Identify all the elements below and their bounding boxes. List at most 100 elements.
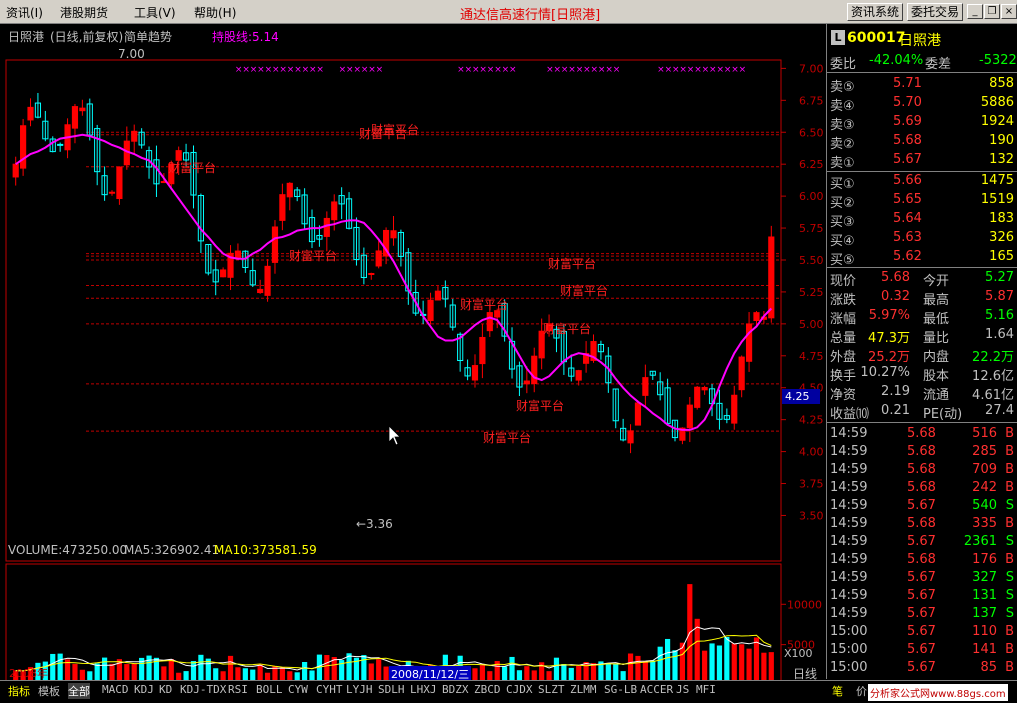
candle-body: [686, 404, 693, 429]
tab-price[interactable]: 价: [856, 683, 867, 699]
tick-side: B: [1005, 642, 1014, 657]
stat-value: 47.3万: [868, 331, 910, 346]
stat-value: 5.27: [985, 270, 1014, 285]
wealth-label: 财富平台: [359, 126, 407, 141]
volume-bar: [242, 668, 248, 680]
wealth-label: 财富平台: [560, 283, 608, 298]
bid-level-label: 买④: [830, 234, 855, 249]
menu-item-tools[interactable]: 工具(V): [134, 4, 176, 21]
indicator-tab-kdj[interactable]: KDJ: [134, 683, 154, 696]
indicator-tab-模板[interactable]: 模板: [38, 683, 60, 699]
tick-price: 5.68: [907, 552, 936, 567]
volume-bar: [383, 666, 389, 680]
tab-pen[interactable]: 笔: [832, 683, 843, 699]
volume-label: VOLUME:473250.00: [8, 543, 128, 557]
restore-button[interactable]: ❐: [984, 4, 1000, 19]
indicator-tab-全部[interactable]: 全部: [68, 683, 90, 699]
stock-code: 600017: [847, 30, 906, 46]
volume-bar: [213, 668, 219, 680]
stat-value: 2.19: [881, 384, 910, 399]
tick-time: 14:59: [830, 516, 868, 531]
candle-body: [523, 380, 530, 385]
volume-bar: [731, 643, 737, 680]
tick-volume: 85: [980, 660, 997, 675]
minimize-button[interactable]: _: [967, 4, 983, 19]
indicator-tab-rsi[interactable]: RSI: [228, 683, 248, 696]
stat-label: 最高: [923, 293, 950, 308]
indicator-tab-sdlh[interactable]: SDLH: [378, 683, 405, 696]
tick-time: 14:59: [830, 606, 868, 621]
indicator-tab-kdj-tdx[interactable]: KDJ-TDX: [180, 683, 226, 696]
menu-item-hk-futures[interactable]: 港股期货: [60, 4, 108, 21]
stat-label: 最低: [923, 312, 950, 327]
quote-divider: [827, 422, 1017, 423]
stat-label: 涨跌: [830, 293, 857, 308]
indicator-tab-bdzx[interactable]: BDZX: [442, 683, 469, 696]
candle-body: [368, 272, 375, 275]
indicator-tab-slzt[interactable]: SLZT: [538, 683, 565, 696]
signal-mark: ×: [465, 65, 473, 75]
ask-volume: 190: [989, 133, 1014, 148]
tick-price: 5.67: [907, 534, 936, 549]
candle-body: [731, 394, 738, 424]
high-price-annotation: 7.00: [118, 47, 145, 61]
app-title: 通达信高速行情[日照港]: [460, 8, 601, 23]
tick-price: 5.68: [907, 462, 936, 477]
signal-mark: ×: [568, 65, 576, 75]
tick-price: 5.68: [907, 444, 936, 459]
candle-body: [694, 386, 701, 408]
wealth-label: 财富平台: [460, 297, 508, 312]
volume-bar: [664, 638, 671, 680]
candle-body: [286, 182, 293, 198]
menu-item-help[interactable]: 帮助(H): [194, 4, 236, 21]
indicator-tab-指标[interactable]: 指标: [8, 683, 30, 699]
volume-bar: [768, 652, 774, 680]
volume-bar: [479, 665, 485, 680]
close-button[interactable]: ×: [1001, 4, 1017, 19]
stat-value: 5.87: [985, 289, 1014, 304]
bid-volume: 165: [989, 249, 1014, 264]
tick-volume: 2361: [963, 534, 997, 549]
indicator-tab-cyht[interactable]: CYHT: [316, 683, 343, 696]
volume-bar: [509, 656, 515, 680]
tick-volume: 540: [972, 498, 997, 513]
indicator-tab-boll[interactable]: BOLL: [256, 683, 283, 696]
tick-volume: 709: [972, 462, 997, 477]
stat-value: 0.32: [881, 289, 910, 304]
indicator-tab-zlmm[interactable]: ZLMM: [570, 683, 597, 696]
indicator-tab-js[interactable]: JS: [676, 683, 689, 696]
indicator-tab-lyjh[interactable]: LYJH: [346, 683, 373, 696]
tick-side: S: [1005, 606, 1014, 621]
ask-level-label: 卖③: [830, 118, 855, 133]
quote-divider: [827, 72, 1017, 73]
volume-bar: [376, 659, 382, 680]
indicator-tab-macd[interactable]: MACD: [102, 683, 129, 696]
bid-price: 5.62: [893, 249, 922, 264]
stat-value: 5.16: [985, 308, 1014, 323]
quote-divider: [827, 171, 1017, 172]
tick-time: 14:59: [830, 498, 868, 513]
indicator-tab-kd[interactable]: KD: [159, 683, 172, 696]
signal-mark: ×: [316, 65, 324, 75]
ask-volume: 5886: [980, 95, 1014, 110]
tick-volume: 335: [972, 516, 997, 531]
indicator-tab-accer[interactable]: ACCER: [640, 683, 673, 696]
indicator-tab-zbcd[interactable]: ZBCD: [474, 683, 501, 696]
tick-volume: 141: [972, 642, 997, 657]
chart-params-label: (日线,前复权): [50, 30, 124, 44]
candle-body: [753, 312, 760, 322]
signal-mark: ×: [487, 65, 495, 75]
indicator-tab-mfi[interactable]: MFI: [696, 683, 716, 696]
indicator-tab-lhxj[interactable]: LHXJ: [410, 683, 437, 696]
volume-bar: [279, 667, 285, 680]
price-chart[interactable]: × × × × × × × × × × × × × × × × × × × × × × × × × × × × × × × × × × × × × × × ×…: [0, 24, 826, 680]
order-trade-button[interactable]: 委托交易: [907, 3, 964, 21]
tick-time: 14:59: [830, 462, 868, 477]
news-system-button[interactable]: 资讯系统: [847, 3, 904, 21]
menu-item-info[interactable]: 资讯(I): [6, 4, 43, 21]
indicator-tab-cjdx[interactable]: CJDX: [506, 683, 533, 696]
indicator-tab-sg-lb[interactable]: SG-LB: [604, 683, 637, 696]
indicator-tab-cyw[interactable]: CYW: [288, 683, 308, 696]
stat-label: 内盘: [923, 350, 950, 365]
wealth-label: 财富平台: [516, 398, 564, 413]
